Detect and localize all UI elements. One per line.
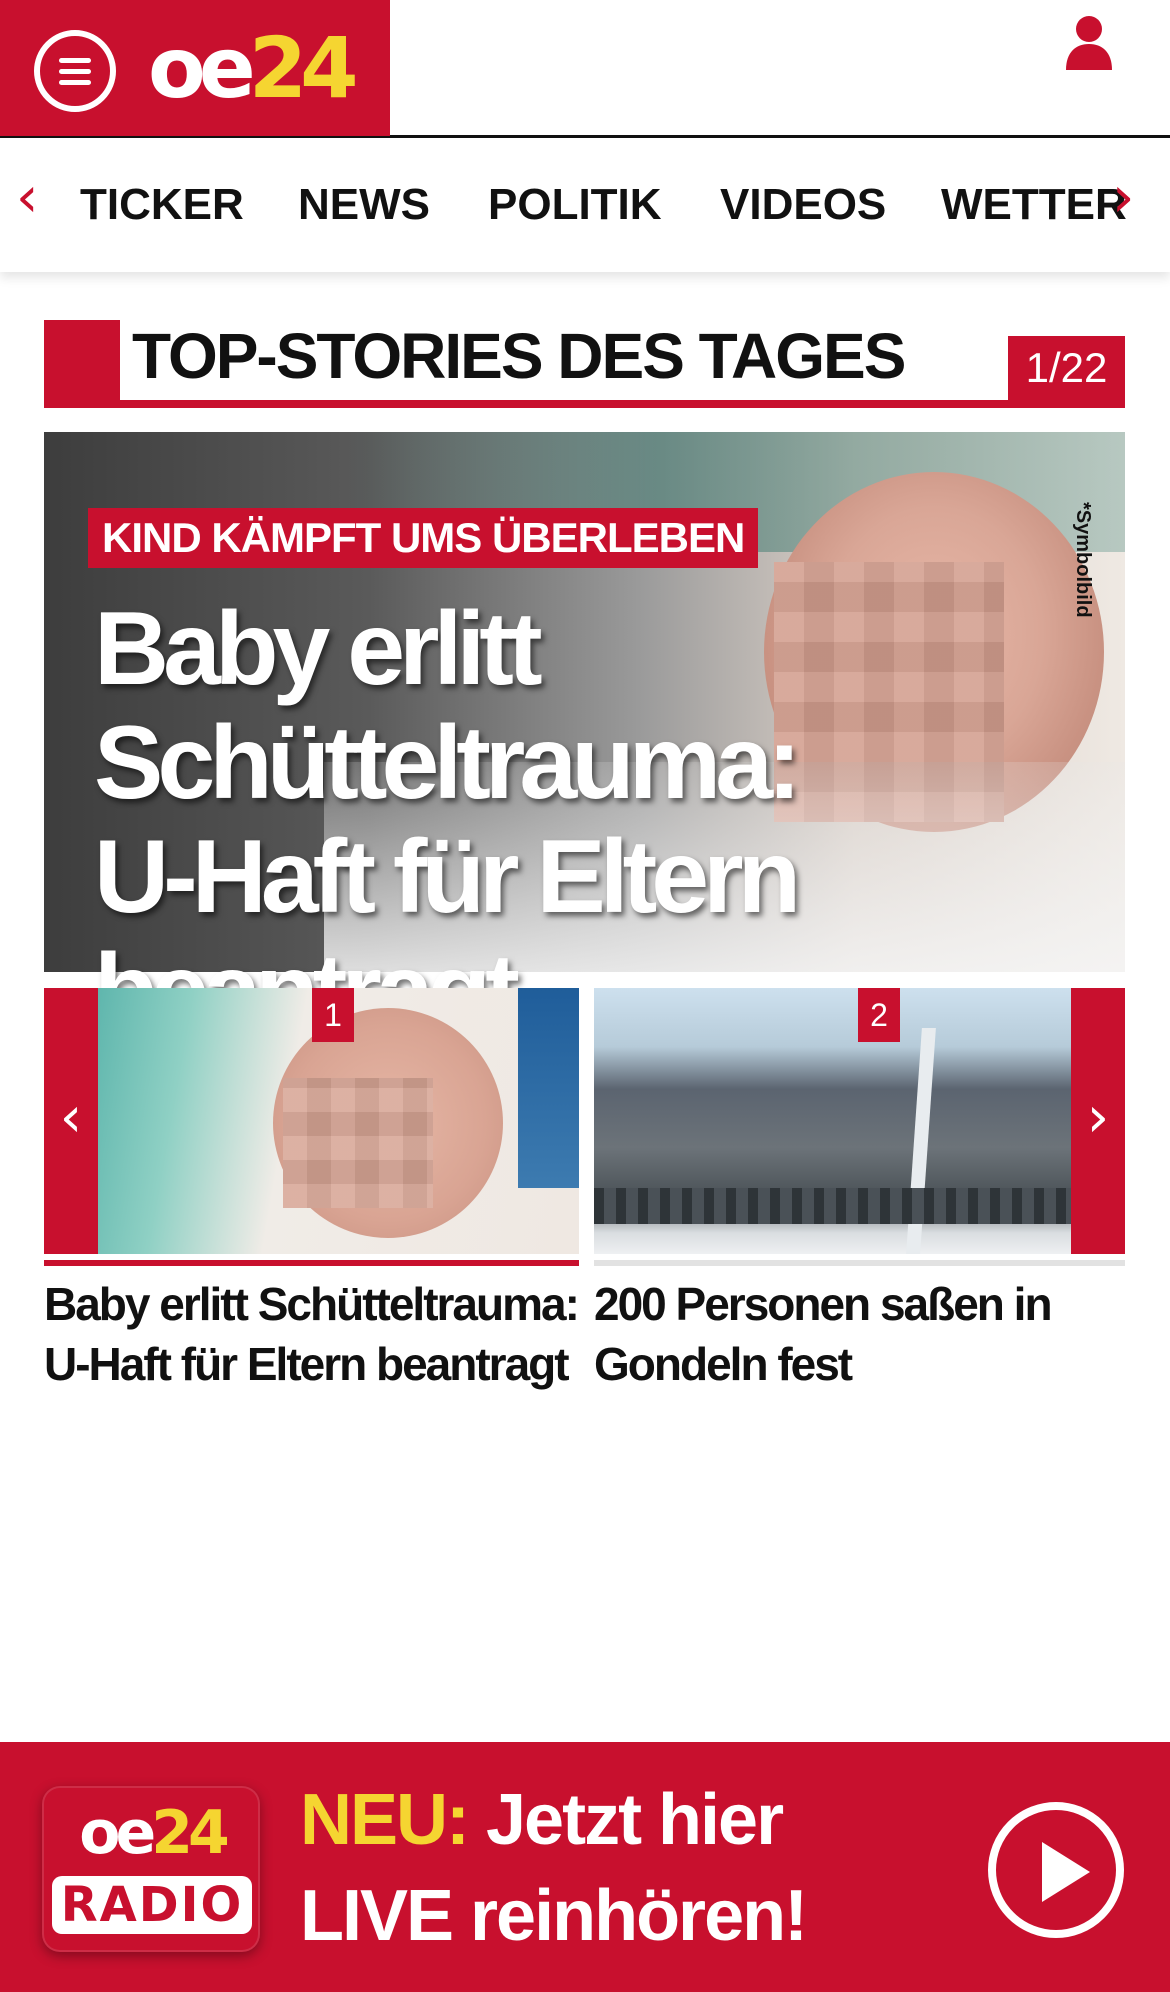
radio-banner[interactable]: oe24 RADIO NEU: Jetzt hier LIVE reinhöre… (0, 1742, 1170, 1992)
site-logo[interactable]: oe24 (148, 18, 359, 118)
thumb-pixelated-face (283, 1078, 433, 1208)
chevron-right-icon: › (1086, 1085, 1110, 1150)
category-nav: ‹ TICKER NEWS POLITIK VIDEOS WETTER › (0, 138, 1170, 272)
story-title-1[interactable]: Baby erlitt Schütteltrauma: U-Haft für E… (44, 1274, 584, 1394)
nav-item-videos[interactable]: VIDEOS (720, 180, 886, 230)
section-accent (44, 320, 120, 408)
carousel-prev-button[interactable]: ‹ (44, 988, 98, 1254)
nav-next-arrow-icon[interactable]: › (1112, 168, 1134, 228)
nav-item-wetter[interactable]: WETTER (941, 180, 1127, 230)
radio-promo-text: NEU: Jetzt hier LIVE reinhören! (300, 1780, 808, 1956)
active-story-indicator (44, 1260, 579, 1266)
thumb-treeline (594, 1188, 1071, 1224)
hero-headline[interactable]: Baby erlitt Schütteltrauma: U-Haft für E… (94, 592, 1114, 1048)
hero-headline-line: Schütteltrauma: (94, 705, 802, 821)
section-title: TOP-STORIES DES TAGES (132, 320, 906, 392)
section-underline (44, 400, 1125, 408)
hero-kicker: KIND KÄMPFT UMS ÜBERLEBEN (88, 508, 759, 568)
story-title-2[interactable]: 200 Personen saßen in Gondeln fest (594, 1274, 1114, 1394)
nav-prev-arrow-icon[interactable]: ‹ (16, 168, 38, 228)
hero-headline-line: Baby erlitt (94, 591, 543, 707)
story-counter: 1/22 (1008, 336, 1125, 400)
user-icon[interactable] (1064, 14, 1114, 70)
carousel-next-button[interactable]: › (1071, 988, 1125, 1254)
thumb-bg-blue (518, 988, 579, 1188)
hamburger-menu-icon[interactable] (34, 30, 116, 112)
story-number-badge: 2 (858, 988, 900, 1042)
play-icon[interactable] (988, 1802, 1124, 1938)
brand-box: oe24 (0, 0, 390, 136)
story-number-badge: 1 (312, 988, 354, 1042)
inactive-story-indicator (594, 1260, 1125, 1266)
chevron-left-icon: ‹ (59, 1085, 83, 1150)
nav-item-news[interactable]: NEWS (298, 180, 430, 230)
site-header: oe24 (0, 0, 1170, 138)
story-thumbnail-2[interactable] (594, 988, 1071, 1254)
nav-item-politik[interactable]: POLITIK (488, 180, 662, 230)
nav-item-ticker[interactable]: TICKER (80, 180, 244, 230)
radio-logo: oe24 RADIO (42, 1786, 260, 1952)
